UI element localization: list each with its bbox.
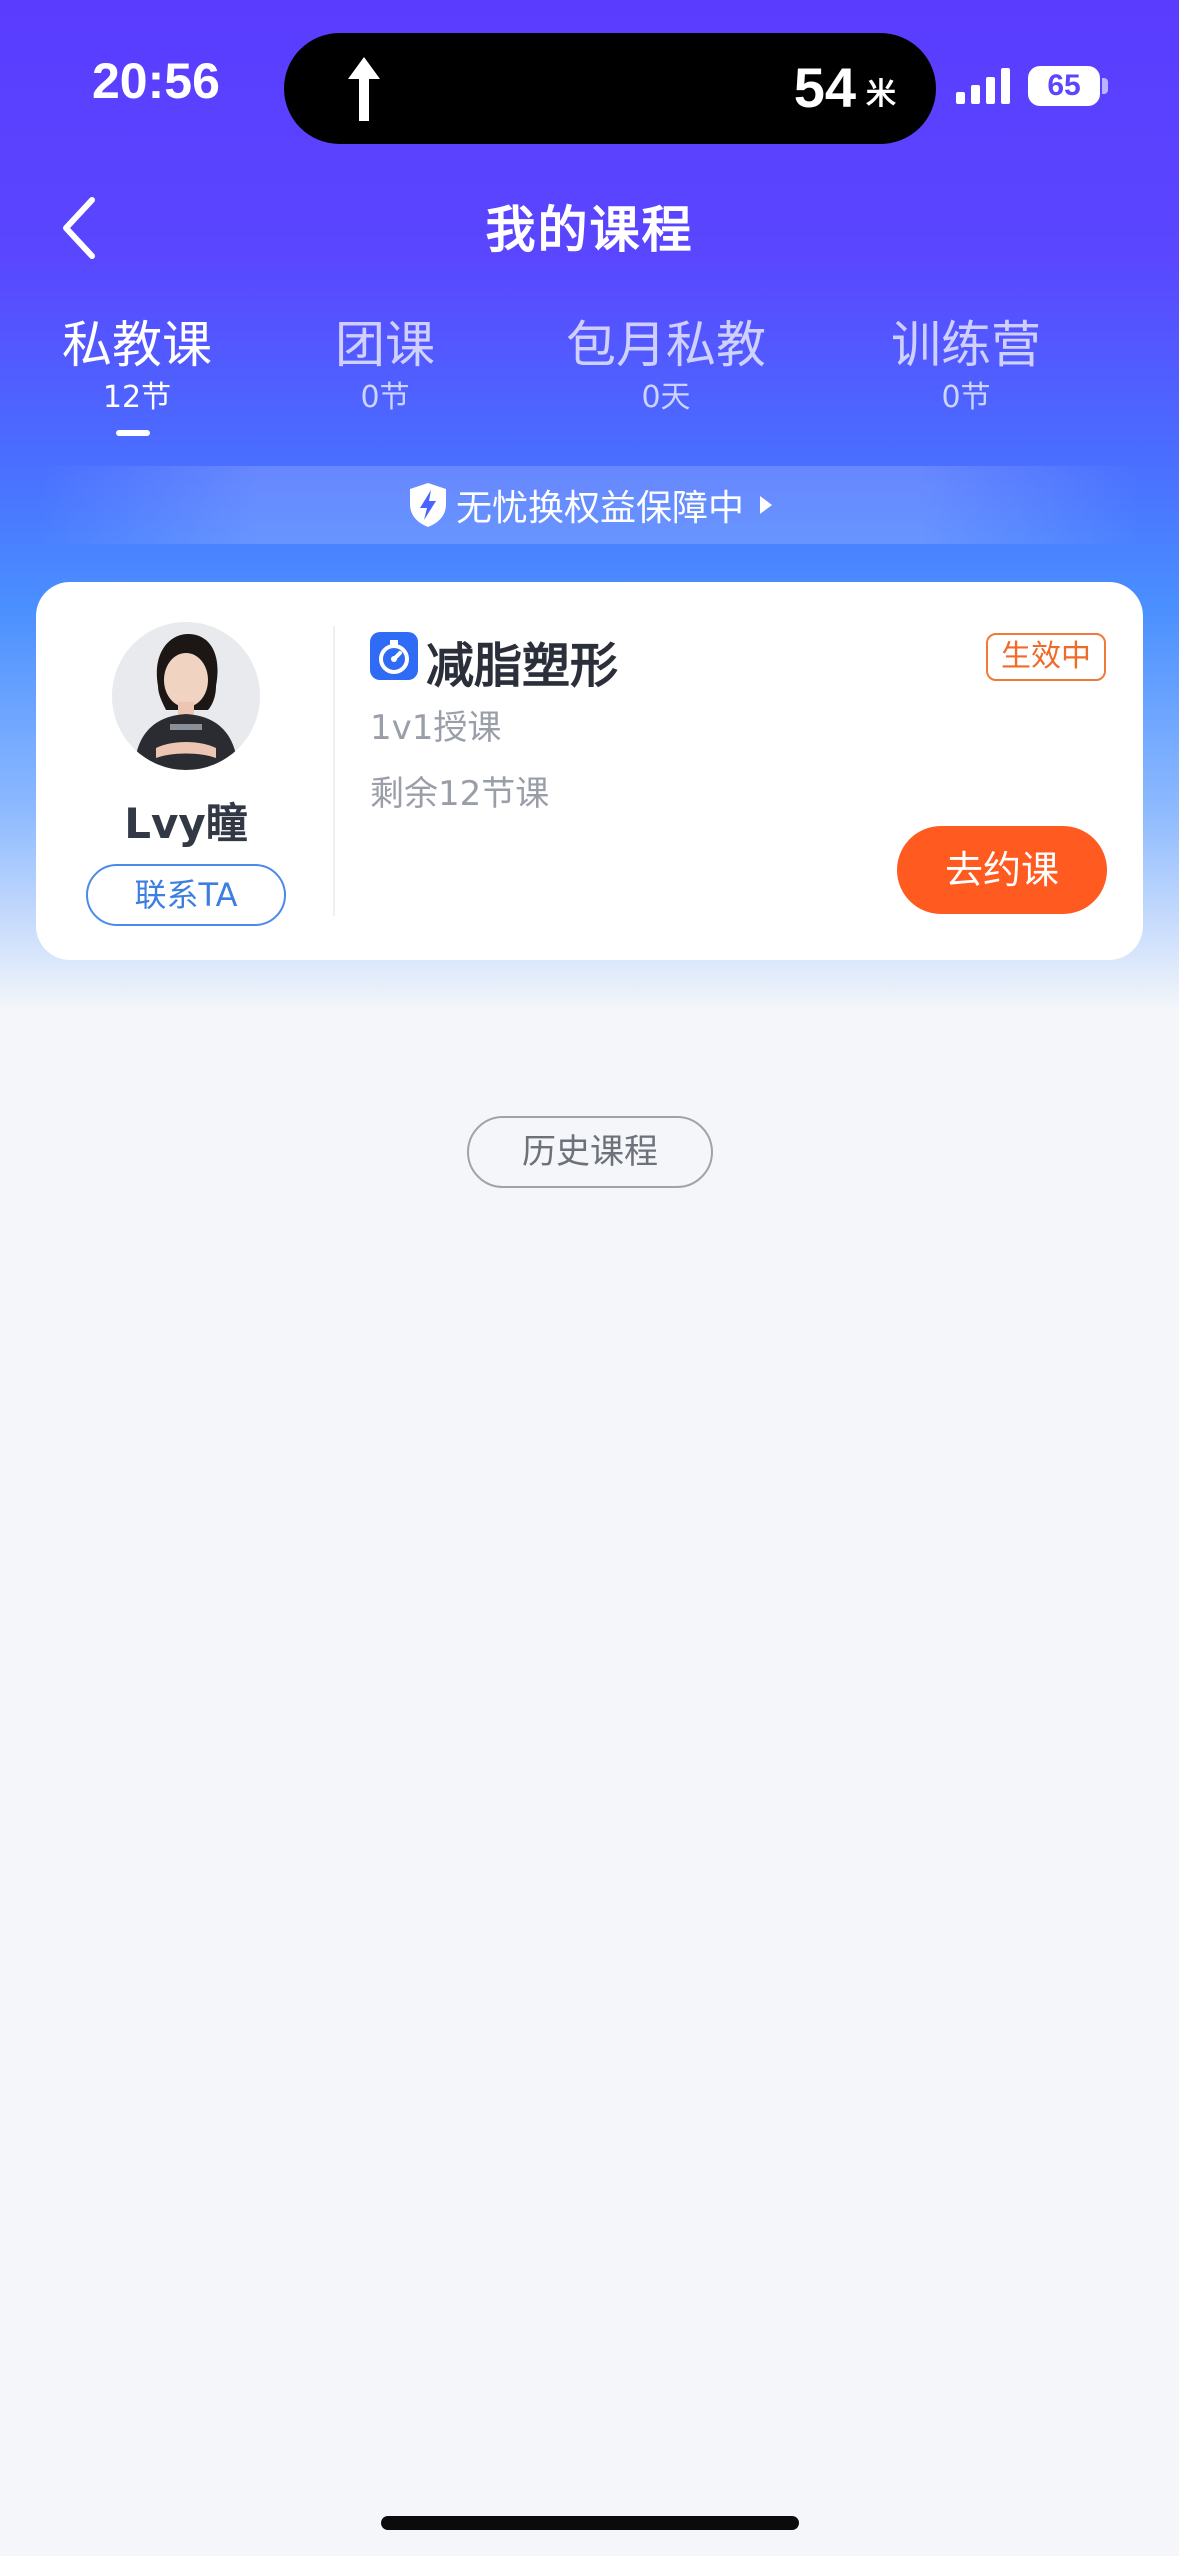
battery-icon: 65 bbox=[1028, 66, 1100, 106]
navigation-distance-unit: 米 bbox=[866, 77, 896, 112]
tab-label: 训练营 bbox=[891, 316, 1041, 374]
tab-label: 包月私教 bbox=[566, 316, 766, 374]
navigation-distance: 54 bbox=[793, 56, 856, 119]
avatar-photo[interactable] bbox=[112, 622, 260, 770]
history-courses-button[interactable]: 历史课程 bbox=[467, 1116, 713, 1188]
remaining-lessons: 剩余12节课 bbox=[370, 774, 550, 814]
coach-avatar-image bbox=[112, 622, 260, 770]
signal-icon bbox=[956, 68, 1010, 104]
tab-private-lessons[interactable]: 私教课 12节 bbox=[52, 314, 222, 418]
course-name: 减脂塑形 bbox=[426, 638, 619, 694]
triangle-right-icon bbox=[760, 496, 772, 514]
tab-count: 0节 bbox=[360, 380, 410, 415]
card-divider bbox=[333, 626, 335, 916]
status-badge: 生效中 bbox=[986, 633, 1106, 681]
battery-tip bbox=[1102, 78, 1108, 94]
status-time: 20:56 bbox=[92, 53, 220, 109]
navigation-arrow-icon bbox=[348, 57, 380, 121]
course-type: 1v1授课 bbox=[370, 708, 502, 748]
tab-group-classes[interactable]: 团课 0节 bbox=[320, 314, 450, 418]
tab-count: 0节 bbox=[941, 380, 991, 415]
contact-coach-button[interactable]: 联系TA bbox=[86, 864, 286, 926]
tab-training-camp[interactable]: 训练营 0节 bbox=[884, 314, 1048, 418]
stopwatch-icon bbox=[370, 632, 418, 680]
tab-monthly-private[interactable]: 包月私教 0天 bbox=[556, 314, 776, 418]
active-tab-indicator bbox=[116, 430, 150, 436]
book-lesson-button[interactable]: 去约课 bbox=[897, 826, 1107, 914]
guarantee-banner[interactable]: 无忧换权益保障中 bbox=[40, 466, 1140, 544]
tab-label: 团课 bbox=[335, 316, 435, 374]
tab-count: 0天 bbox=[641, 380, 691, 415]
shield-icon bbox=[409, 483, 446, 527]
home-indicator[interactable] bbox=[381, 2516, 799, 2530]
dynamic-island[interactable]: 54 米 bbox=[284, 33, 936, 144]
tab-label: 私教课 bbox=[62, 316, 212, 374]
coach-name: Lvy瞳 bbox=[124, 799, 248, 848]
tab-count: 12节 bbox=[102, 380, 172, 415]
guarantee-text: 无忧换权益保障中 bbox=[455, 488, 744, 529]
page-title: 我的课程 bbox=[485, 201, 694, 259]
